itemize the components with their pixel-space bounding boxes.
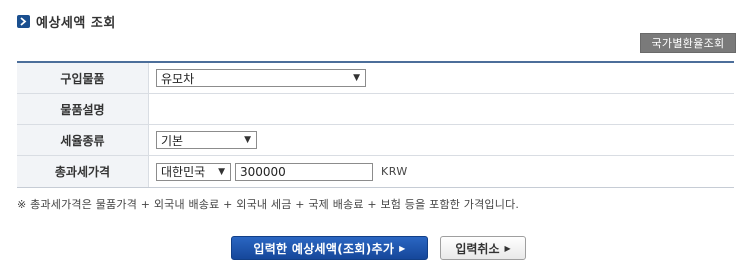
price-note: ※ 총과세가격은 물품가격 + 외국내 배송료 + 외국내 세금 + 국제 배송… (17, 198, 520, 211)
cancel-input-button[interactable]: 입력취소 ▶ (440, 236, 526, 260)
form-row-description: 물품설명 (17, 94, 734, 125)
goods-select[interactable]: 유모차 ▼ (156, 69, 366, 87)
exchange-rate-button[interactable]: 국가별환율조회 (640, 33, 736, 53)
dropdown-arrow-icon: ▼ (218, 166, 225, 177)
form-row-tax-rate: 세율종류 기본 ▼ (17, 125, 734, 156)
goods-select-value: 유모차 (161, 71, 195, 86)
total-price-label: 총과세가격 (17, 156, 149, 187)
total-price-cell: 대한민국 ▼ 300000 KRW (149, 156, 734, 187)
tax-rate-select-value: 기본 (161, 133, 184, 148)
page-header: 예상세액 조회 (17, 12, 116, 31)
form-row-total-price: 총과세가격 대한민국 ▼ 300000 KRW (17, 156, 734, 187)
form-row-goods: 구입물품 유모차 ▼ (17, 63, 734, 94)
country-select-value: 대한민국 (161, 165, 206, 179)
goods-cell: 유모차 ▼ (149, 63, 734, 93)
country-select[interactable]: 대한민국 ▼ (156, 162, 231, 181)
tax-rate-label: 세율종류 (17, 125, 149, 155)
tax-rate-cell: 기본 ▼ (149, 125, 734, 155)
description-value (149, 94, 734, 124)
chevron-right-icon (17, 14, 30, 28)
add-estimate-button[interactable]: 입력한 예상세액(조회)추가 ▶ (231, 236, 428, 260)
cancel-input-label: 입력취소 (455, 241, 500, 256)
price-input[interactable]: 300000 (235, 162, 373, 181)
page-title: 예상세액 조회 (36, 15, 116, 31)
dropdown-arrow-icon: ▼ (353, 73, 360, 83)
tax-form-table: 구입물품 유모차 ▼ 물품설명 세율종류 기본 ▼ 총과세가격 대한민국 ▼ 3… (17, 61, 734, 188)
tax-rate-select[interactable]: 기본 ▼ (156, 131, 257, 149)
triangle-right-icon: ▶ (504, 243, 511, 253)
description-label: 물품설명 (17, 94, 149, 124)
currency-label: KRW (381, 165, 408, 178)
goods-label: 구입물품 (17, 63, 149, 93)
dropdown-arrow-icon: ▼ (244, 135, 251, 145)
triangle-right-icon: ▶ (399, 243, 406, 253)
add-estimate-label: 입력한 예상세액(조회)추가 (253, 241, 395, 256)
